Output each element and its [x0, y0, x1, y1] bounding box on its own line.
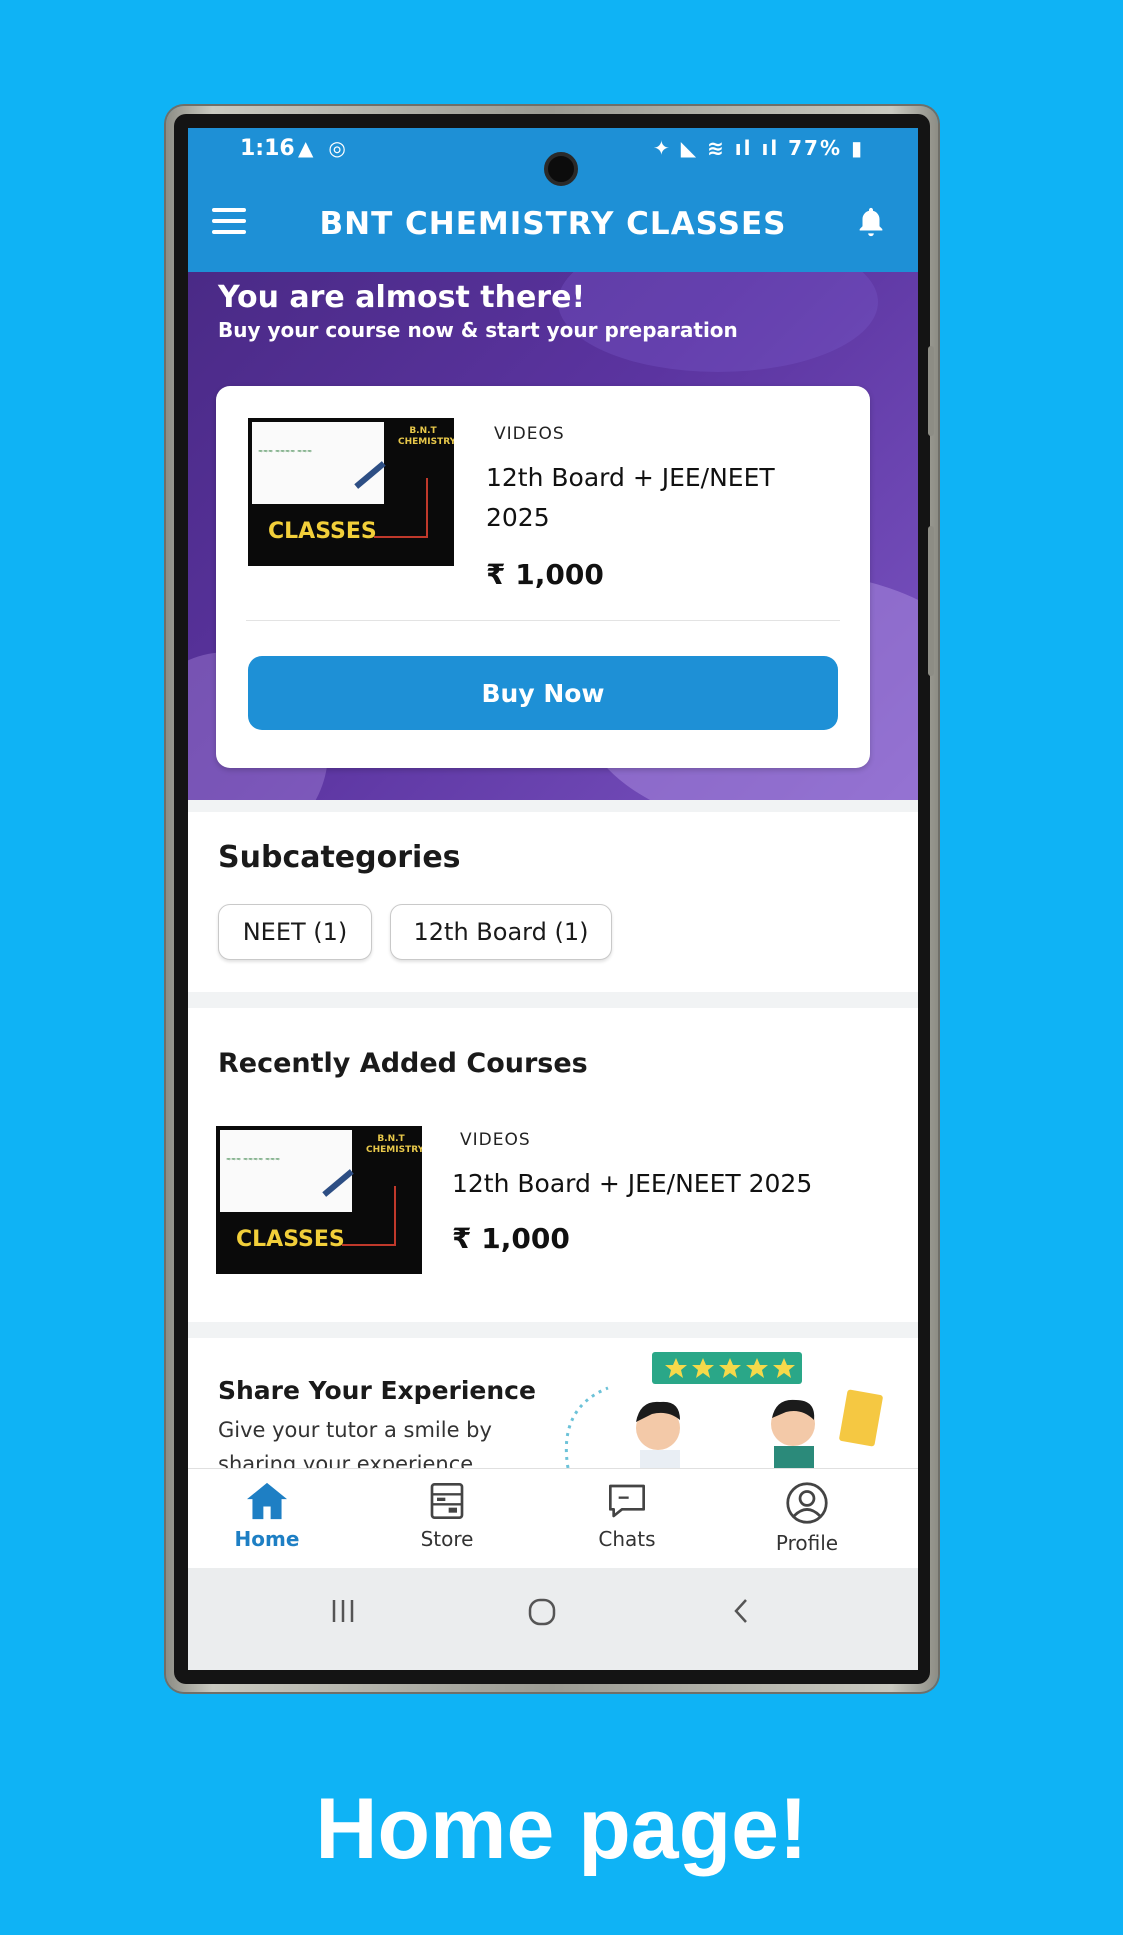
- volume-button: [928, 346, 934, 436]
- nav-store-label: Store: [420, 1527, 474, 1551]
- thumbnail-brand: B.N.T CHEMISTRY: [398, 426, 454, 447]
- chip-12th-board[interactable]: 12th Board (1): [390, 904, 612, 960]
- nav-home-label: Home: [234, 1527, 300, 1551]
- promo-banner: You are almost there! Buy your course no…: [188, 272, 918, 800]
- share-text-line1: Give your tutor a smile by: [218, 1418, 492, 1442]
- thumbnail-brand: B.N.T CHEMISTRY: [366, 1134, 422, 1155]
- promo-course-card[interactable]: ≈≈≈ ≈≈≈≈ ≈≈≈ B.N.T CHEMISTRY CLASSES VID…: [216, 386, 870, 768]
- battery-icon: ▮: [850, 136, 864, 160]
- chip-neet[interactable]: NEET (1): [218, 904, 372, 960]
- thumbnail-line: [426, 478, 428, 538]
- thumbnail-line: [394, 1186, 396, 1246]
- buy-now-button[interactable]: Buy Now: [248, 656, 838, 730]
- subcategories-heading: Subcategories: [218, 840, 461, 875]
- app-title: BNT CHEMISTRY CLASSES: [319, 206, 787, 242]
- course-price: ₹ 1,000: [486, 558, 604, 591]
- nav-profile[interactable]: Profile: [752, 1481, 862, 1555]
- recent-course-item[interactable]: ≈≈≈ ≈≈≈≈ ≈≈≈ B.N.T CHEMISTRY CLASSES VID…: [216, 1126, 876, 1276]
- course-title[interactable]: 12th Board + JEE/NEET 2025: [486, 458, 775, 538]
- course-price: ₹ 1,000: [452, 1222, 570, 1255]
- status-left-icons: ▲ ◎: [298, 136, 350, 160]
- phone-frame: 1:16 ▲ ◎ ✦ ◣ ≋ ıl ıl 77% ▮ BNT CHEMISTRY…: [166, 106, 938, 1692]
- phone-screen: 1:16 ▲ ◎ ✦ ◣ ≋ ıl ıl 77% ▮ BNT CHEMISTRY…: [188, 128, 918, 1670]
- thumbnail-small-text: ≈≈≈ ≈≈≈≈ ≈≈≈: [226, 1156, 281, 1163]
- course-title[interactable]: 12th Board + JEE/NEET 2025: [452, 1164, 812, 1204]
- recent-courses-heading: Recently Added Courses: [218, 1048, 588, 1079]
- promo-title: You are almost there!: [218, 280, 586, 315]
- course-category: VIDEOS: [494, 424, 565, 444]
- power-button: [928, 526, 934, 676]
- nav-profile-label: Profile: [775, 1531, 839, 1555]
- thumbnail-small-text: ≈≈≈ ≈≈≈≈ ≈≈≈: [258, 448, 313, 455]
- app-bar: BNT CHEMISTRY CLASSES: [188, 172, 918, 272]
- battery-level: 77%: [788, 136, 843, 160]
- thumbnail-paper: [252, 422, 384, 504]
- nav-chats[interactable]: Chats: [572, 1481, 682, 1551]
- status-right-icons: ✦ ◣ ≋ ıl ıl 77% ▮: [653, 136, 864, 160]
- store-icon: [430, 1483, 464, 1519]
- thumbnail-paper: [220, 1130, 352, 1212]
- nav-store[interactable]: Store: [392, 1481, 502, 1551]
- subcategories-section: Subcategories NEET (1) 12th Board (1): [188, 812, 918, 992]
- recent-apps-icon[interactable]: [328, 1596, 358, 1626]
- bottom-nav: Home Store Chats Profile: [188, 1468, 918, 1568]
- share-experience-section[interactable]: Share Your Experience Give your tutor a …: [188, 1338, 918, 1478]
- promo-subtitle: Buy your course now & start your prepara…: [218, 318, 738, 342]
- back-icon[interactable]: [728, 1596, 754, 1626]
- course-thumbnail[interactable]: ≈≈≈ ≈≈≈≈ ≈≈≈ B.N.T CHEMISTRY CLASSES: [216, 1126, 422, 1274]
- course-thumbnail[interactable]: ≈≈≈ ≈≈≈≈ ≈≈≈ B.N.T CHEMISTRY CLASSES: [248, 418, 454, 566]
- signal-icons: ✦ ◣ ≋ ıl ıl: [653, 136, 780, 160]
- home-circle-icon[interactable]: [526, 1596, 558, 1628]
- thumbnail-classes-text: CLASSES: [268, 519, 377, 544]
- status-time: 1:16: [240, 136, 295, 161]
- profile-icon: [786, 1482, 828, 1524]
- card-divider: [246, 620, 840, 621]
- chat-icon: [609, 1484, 646, 1518]
- front-camera: [544, 152, 578, 186]
- thumbnail-line: [374, 536, 428, 538]
- thumbnail-classes-text: CLASSES: [236, 1227, 345, 1252]
- course-category: VIDEOS: [460, 1130, 531, 1150]
- nav-chats-label: Chats: [598, 1527, 656, 1551]
- share-illustration: [564, 1352, 883, 1478]
- thumbnail-line: [342, 1244, 396, 1246]
- system-nav-bar: [188, 1568, 918, 1670]
- phone-bezel: 1:16 ▲ ◎ ✦ ◣ ≋ ıl ıl 77% ▮ BNT CHEMISTRY…: [174, 114, 930, 1684]
- share-title: Share Your Experience: [218, 1376, 536, 1405]
- course-title-line1: 12th Board + JEE/NEET: [486, 463, 775, 492]
- bell-icon[interactable]: [854, 204, 888, 240]
- home-icon: [247, 1482, 287, 1520]
- recent-courses-section: Recently Added Courses ≈≈≈ ≈≈≈≈ ≈≈≈ B.N.…: [188, 1008, 918, 1322]
- page-caption: Home page!: [315, 1781, 808, 1877]
- nav-home[interactable]: Home: [212, 1481, 322, 1551]
- course-title-line2: 2025: [486, 503, 550, 532]
